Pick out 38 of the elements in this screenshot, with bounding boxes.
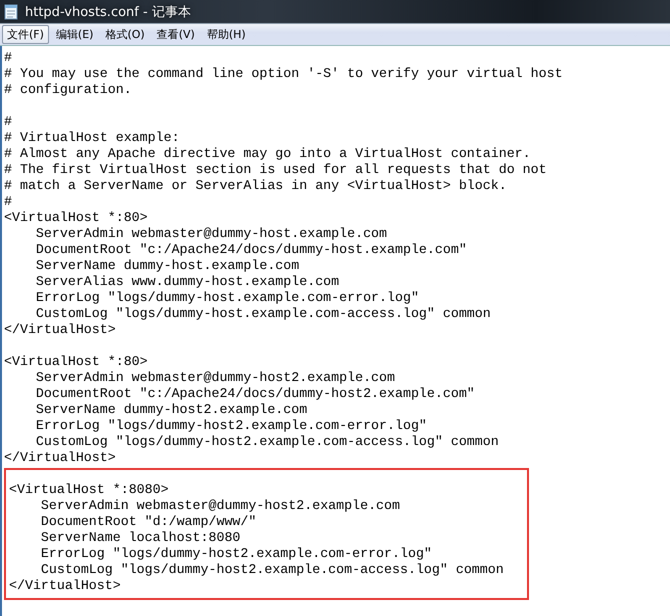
window-title: httpd-vhosts.conf - 记事本 (25, 4, 191, 20)
code-line: CustomLog "logs/dummy-host2.example.com-access.log" common (34, 434, 500, 450)
code-line: # You may use the command line option '-S' to verify your virtual host (4, 66, 564, 82)
code-line: <VirtualHost *:80> (4, 354, 149, 370)
code-line: CustomLog "logs/dummy-host.example.com-access.log" common (34, 306, 492, 322)
code-line: # Almost any Apache directive may go into a VirtualHost container. (4, 146, 532, 162)
code-line: ServerName dummy-host.example.com (34, 258, 300, 274)
code-line: ServerAdmin webmaster@dummy-host2.example.com (40, 498, 401, 514)
menu-item[interactable]: 查看(V) (152, 25, 200, 44)
code-line: # (4, 194, 13, 210)
code-line: <VirtualHost *:8080> (9, 482, 170, 498)
code-line: </VirtualHost> (4, 322, 117, 338)
menu-item[interactable]: 文件(F) (2, 25, 49, 44)
menu-item[interactable]: 帮助(H) (202, 25, 251, 44)
menu-item[interactable]: 编辑(E) (50, 25, 98, 44)
code-line: ErrorLog "logs/dummy-host2.example.com-error.log" (34, 418, 428, 434)
code-line: DocumentRoot "c:/Apache24/docs/dummy-host2.example.com" (34, 386, 476, 402)
code-line: ServerAdmin webmaster@dummy-host.example.com (34, 226, 388, 242)
code-line: # (4, 114, 13, 130)
code-line: <VirtualHost *:80> (4, 210, 149, 226)
code-line: # configuration. (4, 82, 133, 98)
code-line: # The first VirtualHost section is used for all requests that do not (4, 162, 548, 178)
code-line: CustomLog "logs/dummy-host2.example.com-access.log" common (40, 562, 505, 578)
code-line: ServerName dummy-host2.example.com (34, 402, 308, 418)
code-line: </VirtualHost> (9, 578, 122, 594)
code-line: # VirtualHost example: (4, 130, 181, 146)
code-line: DocumentRoot "c:/Apache24/docs/dummy-host.example.com" (34, 242, 468, 258)
menu-item[interactable]: 格式(O) (100, 25, 150, 44)
code-line: # match a ServerName or ServerAlias in any <VirtualHost> block. (4, 178, 508, 194)
code-line: ServerAdmin webmaster@dummy-host2.example.com (34, 370, 396, 386)
code-line: ServerName localhost:8080 (40, 530, 242, 546)
code-line: </VirtualHost> (4, 450, 117, 466)
code-line: DocumentRoot "d:/wamp/www/" (40, 514, 258, 530)
notepad-icon (3, 4, 19, 20)
code-line: # (4, 50, 13, 66)
code-line: ErrorLog "logs/dummy-host2.example.com-error.log" (40, 546, 433, 562)
code-line: ErrorLog "logs/dummy-host.example.com-error.log" (34, 290, 420, 306)
code-line: ServerAlias www.dummy-host.example.com (34, 274, 340, 290)
